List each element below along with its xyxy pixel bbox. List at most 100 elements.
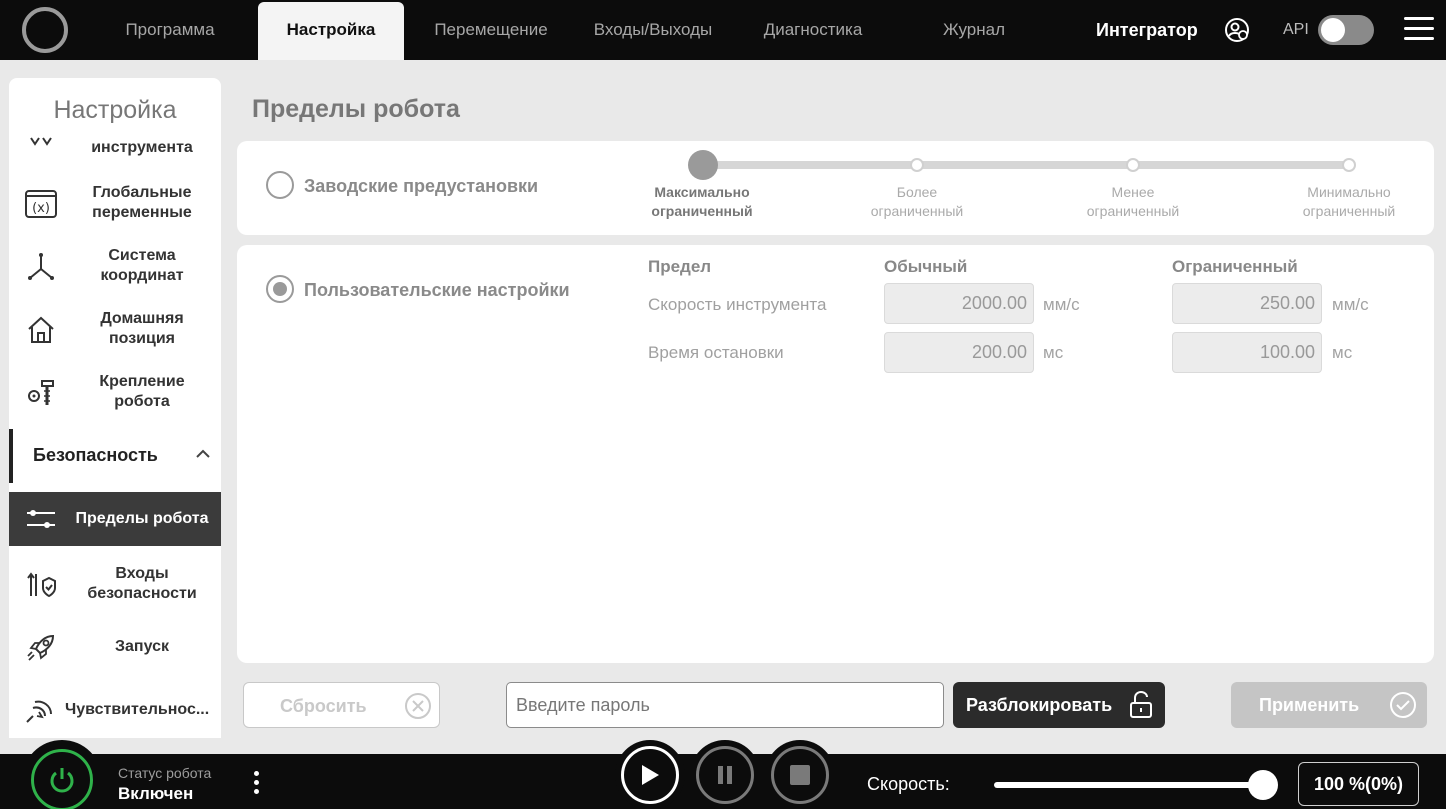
top-navigation-bar: Программа Настройка Перемещение Входы/Вы… [0,0,1446,60]
power-icon [50,768,74,793]
robot-status-value: Включен [118,784,194,803]
tab-settings[interactable]: Настройка [258,2,404,60]
sidebar-item-label: Крепление робота [99,373,185,410]
chevron-up-icon [196,449,210,458]
user-settings-icon[interactable] [1224,17,1250,43]
sidebar-item-label: Запуск [115,638,169,655]
variable-icon: (x) [23,186,59,222]
preset-step-label: Минимально ограниченный [1302,184,1396,219]
stop-time-normal-input[interactable] [884,332,1034,373]
unit-label: мм/с [1332,295,1369,314]
custom-radio[interactable] [266,275,294,303]
tab-diagnostics[interactable]: Диагностика [746,0,880,60]
settings-sidebar: Настройка инструмента (x) Глобальные пер… [9,78,221,738]
tab-program[interactable]: Программа [110,0,230,60]
tab-log[interactable]: Журнал [922,0,1026,60]
preset-step-4[interactable] [1342,158,1356,172]
preset-step-3[interactable] [1126,158,1140,172]
apply-button[interactable]: Применить [1231,682,1427,728]
preset-label[interactable]: Заводские предустановки [304,176,538,197]
unlock-icon [1130,691,1152,718]
unlock-button[interactable]: Разблокировать [953,682,1165,728]
preset-radio[interactable] [266,171,294,199]
tab-movement[interactable]: Перемещение [420,0,562,60]
svg-text:(x): (x) [32,201,50,216]
section-indicator [9,429,13,483]
sidebar-item-label: Глобальные переменные [92,184,192,221]
sidebar-title: Настройка [53,96,177,124]
robot-status-caption: Статус робота [118,765,212,781]
api-label: API [1283,21,1309,38]
logo-icon [22,7,68,53]
unit-label: мс [1043,343,1064,362]
close-circle-icon [405,693,431,719]
sidebar-item-label: Система координат [100,247,184,284]
sidebar-item-coordinate-system[interactable]: Система координат [9,242,221,292]
column-header-normal: Обычный [884,257,968,276]
tool-speed-label: Скорость инструмента [648,295,827,314]
sidebar-item-label: Пределы робота [75,510,209,527]
sidebar-item-launch[interactable]: Запуск [9,623,221,673]
preset-step-label: Более ограниченный [870,184,964,219]
stop-icon [790,765,810,785]
password-input[interactable] [506,682,944,728]
unlock-button-label: Разблокировать [966,695,1113,715]
check-circle-icon [1390,692,1416,718]
stop-time-label: Время остановки [648,343,784,362]
tool-icon [23,124,59,160]
sidebar-item-sensitivity[interactable]: Чувствительнос... [9,686,221,736]
speed-value[interactable]: 100 %(0%) [1298,762,1419,806]
sidebar-item-home-position[interactable]: Домашняя позиция [9,305,221,355]
sidebar-section-safety[interactable]: Безопасность [9,429,221,483]
unit-label: мм/с [1043,295,1080,314]
pause-icon [718,766,732,784]
tool-speed-normal-input[interactable] [884,283,1034,324]
section-label: Безопасность [33,445,158,465]
sidebar-item-safety-inputs[interactable]: Входы безопасности [9,560,221,610]
sensitivity-icon [21,695,57,731]
tool-speed-reduced-input[interactable] [1172,283,1322,324]
sidebar-item-label: Входы безопасности [87,565,197,602]
sidebar-item-label: инструмента [91,139,193,156]
apply-button-label: Применить [1259,695,1360,715]
axes-icon [23,249,59,285]
hamburger-menu-icon[interactable] [1404,17,1434,43]
more-options-icon[interactable] [254,771,260,798]
page-title: Пределы робота [252,95,460,123]
preset-step-label: Менее ограниченный [1086,184,1180,219]
sidebar-item-robot-mount[interactable]: Крепление робота [9,368,221,418]
mount-icon [23,375,59,411]
home-icon [23,312,59,348]
power-button[interactable] [22,740,102,809]
sidebar-item-global-variables[interactable]: (x) Глобальные переменные [9,179,221,229]
reset-button[interactable]: Сбросить [243,682,440,728]
stop-time-reduced-input[interactable] [1172,332,1322,373]
tab-inputs-outputs[interactable]: Входы/Выходы [580,0,726,60]
custom-label[interactable]: Пользовательские настройки [304,280,570,301]
user-role[interactable]: Интегратор [1096,0,1198,60]
api-toggle[interactable] [1318,15,1374,45]
speed-slider-track[interactable] [994,782,1264,788]
column-header-limit: Предел [648,257,712,276]
preset-slider-track[interactable] [700,161,1350,169]
sidebar-item-robot-limits[interactable]: Пределы робота [9,492,221,546]
preset-step-1[interactable] [688,150,718,180]
preset-step-label: Максимально ограниченный [651,184,753,219]
reset-button-label: Сбросить [280,696,367,716]
unit-label: мс [1332,343,1353,362]
safety-io-icon [23,567,59,603]
sidebar-item-label: Домашняя позиция [100,310,184,347]
speed-slider-knob[interactable] [1248,770,1278,800]
speed-label: Скорость: [867,774,950,794]
sidebar-item-label: Чувствительнос... [65,701,210,718]
column-header-reduced: Ограниченный [1172,257,1298,276]
sidebar-item-tool[interactable]: инструмента [9,134,221,166]
play-icon [642,765,659,785]
toggle-knob [1321,18,1345,42]
stop-button[interactable] [765,740,835,809]
sliders-icon [23,501,59,537]
play-button[interactable] [615,740,685,809]
rocket-icon [23,630,59,666]
preset-step-2[interactable] [910,158,924,172]
pause-button[interactable] [690,740,760,809]
